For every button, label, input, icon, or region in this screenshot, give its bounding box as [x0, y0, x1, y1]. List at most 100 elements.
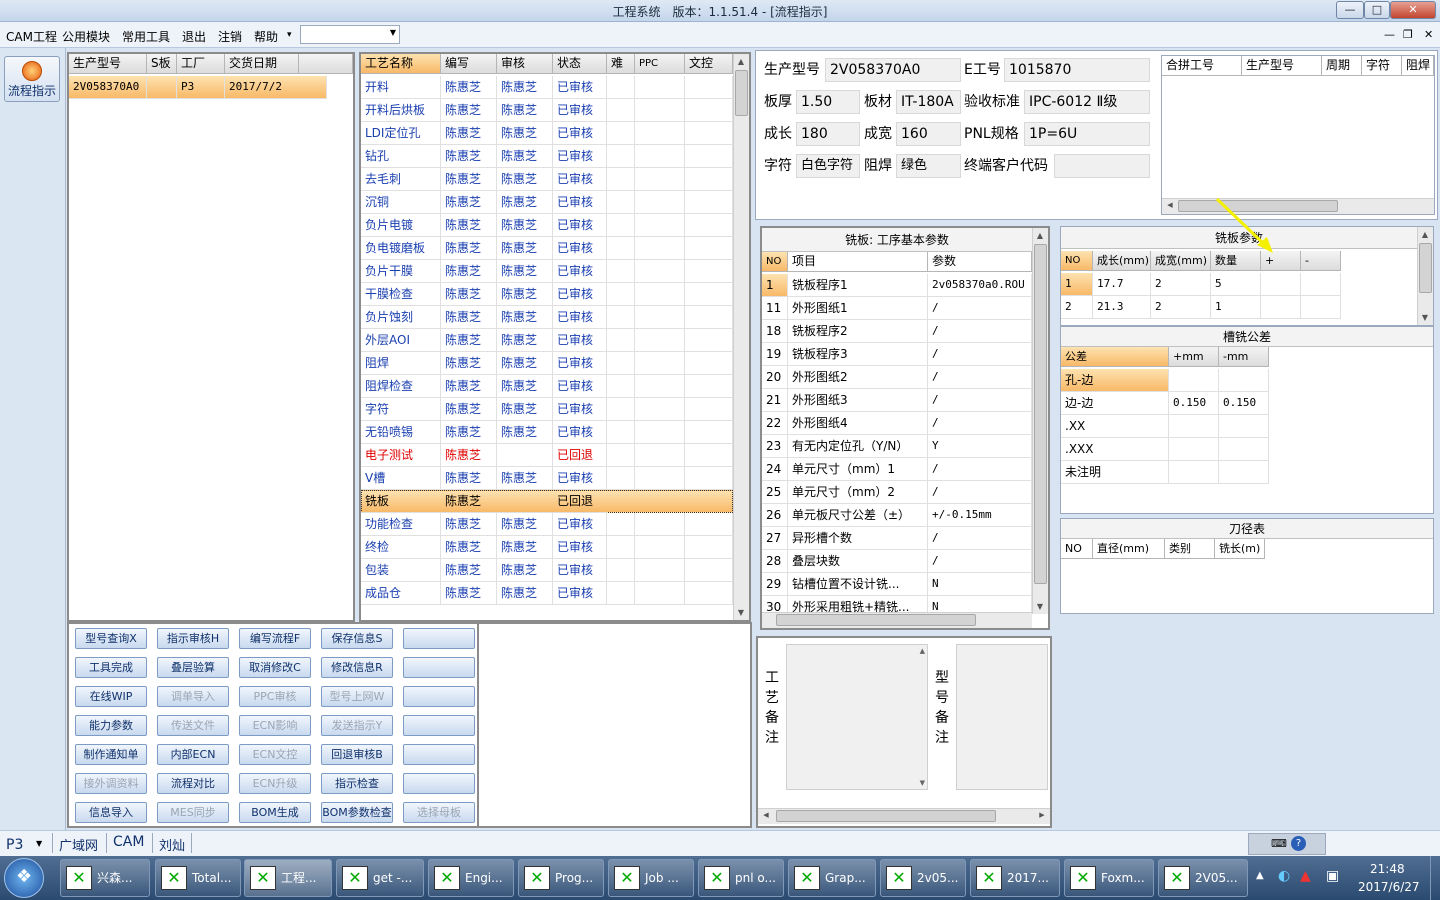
process-cell-auditor[interactable]: 陈惠芝 — [497, 191, 553, 214]
params-cell[interactable]: 19 — [762, 343, 788, 366]
process-cell-empty[interactable] — [635, 329, 685, 352]
process-cell-writer[interactable]: 陈惠芝 — [441, 214, 497, 237]
process-cell-empty[interactable] — [607, 398, 635, 421]
process-cell-name[interactable]: 字符 — [361, 398, 441, 421]
scroll-thumb[interactable] — [1419, 243, 1432, 293]
process-cell-name[interactable]: V槽 — [361, 467, 441, 490]
network-icon[interactable]: ▣ — [1326, 868, 1339, 884]
process-cell-name[interactable]: 外层AOI — [361, 329, 441, 352]
params-cell[interactable]: 24 — [762, 458, 788, 481]
knife-col-header[interactable]: 铣长(m) — [1215, 539, 1265, 559]
process-cell-writer[interactable]: 陈惠芝 — [441, 375, 497, 398]
process-cell-empty[interactable] — [635, 352, 685, 375]
task-2v05-xls[interactable]: ✕ 2V05... — [1158, 859, 1248, 897]
process-cell-writer[interactable]: 陈惠芝 — [441, 168, 497, 191]
width-field[interactable]: 160 — [896, 122, 961, 146]
process-cell-empty[interactable] — [607, 559, 635, 582]
process-cell-writer[interactable]: 陈惠芝 — [441, 191, 497, 214]
process-col-header[interactable]: 状态 — [553, 54, 607, 74]
action-button[interactable] — [403, 715, 475, 736]
scroll-down-icon[interactable]: ▼ — [1033, 602, 1047, 611]
task-job[interactable]: ✕ Job ... — [608, 859, 694, 897]
action-button[interactable]: 编写流程F — [239, 628, 311, 649]
params-cell[interactable]: / — [928, 297, 1032, 320]
process-cell-writer[interactable]: 陈惠芝 — [441, 237, 497, 260]
params-cell[interactable]: 异形槽个数 — [788, 527, 928, 550]
process-cell-status[interactable]: 已审核 — [553, 582, 607, 605]
menu-common-module[interactable]: 公用模块 — [62, 28, 110, 45]
jobs-col-header[interactable]: S板 — [147, 54, 177, 74]
action-button[interactable]: ECN影响 — [239, 715, 311, 736]
process-cell-empty[interactable] — [635, 444, 685, 467]
process-scrollbar[interactable]: ▲ ▼ — [733, 54, 749, 620]
task-prog[interactable]: ✕ Prog... — [518, 859, 604, 897]
params-cell[interactable]: 18 — [762, 320, 788, 343]
process-cell-empty[interactable] — [685, 467, 733, 490]
tolerance-cell[interactable] — [1219, 461, 1269, 484]
action-button[interactable] — [403, 657, 475, 678]
mdi-close-button[interactable]: ✕ — [1424, 28, 1433, 41]
mill-cell[interactable] — [1301, 273, 1341, 296]
process-cell-empty[interactable] — [635, 513, 685, 536]
model-remark-field[interactable] — [956, 644, 1048, 790]
task-xingsen[interactable]: ✕ 兴森... — [60, 859, 150, 897]
params-col-header[interactable]: NO — [762, 252, 788, 272]
scroll-down-icon[interactable]: ▼ — [1418, 313, 1432, 322]
process-cell-status[interactable]: 已审核 — [553, 76, 607, 99]
action-button[interactable]: BOM生成 — [239, 802, 311, 823]
process-cell-empty[interactable] — [607, 260, 635, 283]
action-button[interactable]: ECN升级 — [239, 773, 311, 794]
process-cell-status[interactable]: 已审核 — [553, 122, 607, 145]
process-cell-writer[interactable]: 陈惠芝 — [441, 122, 497, 145]
tolerance-cell[interactable] — [1219, 415, 1269, 438]
e-no-field[interactable]: 1015870 — [1004, 58, 1150, 82]
jobs-cell[interactable] — [147, 76, 177, 99]
process-cell-empty[interactable] — [635, 260, 685, 283]
scroll-right-icon[interactable]: ▶ — [1035, 811, 1049, 819]
task-get[interactable]: ✕ get -... — [336, 859, 424, 897]
process-cell-empty[interactable] — [635, 536, 685, 559]
params-col-header[interactable]: 参数 — [928, 252, 1032, 272]
char-field[interactable]: 白色字符 — [796, 154, 860, 178]
params-cell[interactable]: 有无内定位孔（Y/N） — [788, 435, 928, 458]
process-cell-name[interactable]: 阻焊检查 — [361, 375, 441, 398]
mill-cell[interactable]: 1 — [1211, 296, 1261, 319]
params-cell[interactable]: 钻槽位置不设计铣... — [788, 573, 928, 596]
process-cell-empty[interactable] — [607, 191, 635, 214]
mill-scrollbar[interactable]: ▲ ▼ — [1417, 227, 1433, 325]
action-button[interactable]: 指示审核H — [157, 628, 229, 649]
process-cell-empty[interactable] — [607, 283, 635, 306]
jobs-cell[interactable]: P3 — [177, 76, 225, 99]
process-cell-empty[interactable] — [635, 582, 685, 605]
action-button[interactable]: 指示检查 — [321, 773, 393, 794]
process-cell-status[interactable]: 已回退 — [553, 444, 607, 467]
process-cell-empty[interactable] — [607, 99, 635, 122]
tolerance-cell[interactable]: 孔-边 — [1061, 369, 1169, 392]
length-field[interactable]: 180 — [796, 122, 860, 146]
process-cell-auditor[interactable]: 陈惠芝 — [497, 76, 553, 99]
process-cell-name[interactable]: LDI定位孔 — [361, 122, 441, 145]
clock-date[interactable]: 2017/6/27 — [1358, 880, 1420, 894]
flow-indicator-button[interactable]: 流程指示 — [4, 56, 60, 102]
process-col-header[interactable]: 文控 — [685, 54, 733, 74]
process-cell-empty[interactable] — [607, 122, 635, 145]
process-cell-writer[interactable]: 陈惠芝 — [441, 76, 497, 99]
process-cell-name[interactable]: 开料后烘板 — [361, 99, 441, 122]
process-cell-writer[interactable]: 陈惠芝 — [441, 444, 497, 467]
chevron-down-icon[interactable]: ▾ — [287, 30, 292, 40]
process-col-header[interactable]: 难 — [607, 54, 635, 74]
tray-app-icon[interactable]: ◐ — [1278, 868, 1290, 884]
process-cell-name[interactable]: 沉铜 — [361, 191, 441, 214]
params-cell[interactable]: / — [928, 481, 1032, 504]
params-cell[interactable]: 29 — [762, 573, 788, 596]
params-cell[interactable]: 外形图纸4 — [788, 412, 928, 435]
customer-field[interactable] — [1054, 154, 1150, 178]
process-cell-empty[interactable] — [635, 237, 685, 260]
params-cell[interactable]: 25 — [762, 481, 788, 504]
action-button[interactable]: 叠层验算 — [157, 657, 229, 678]
task-engineering[interactable]: ✕ 工程... — [244, 859, 332, 897]
action-button[interactable]: 取消修改C — [239, 657, 311, 678]
process-cell-status[interactable]: 已审核 — [553, 99, 607, 122]
process-col-header[interactable]: PPC — [635, 54, 685, 74]
process-cell-writer[interactable]: 陈惠芝 — [441, 260, 497, 283]
